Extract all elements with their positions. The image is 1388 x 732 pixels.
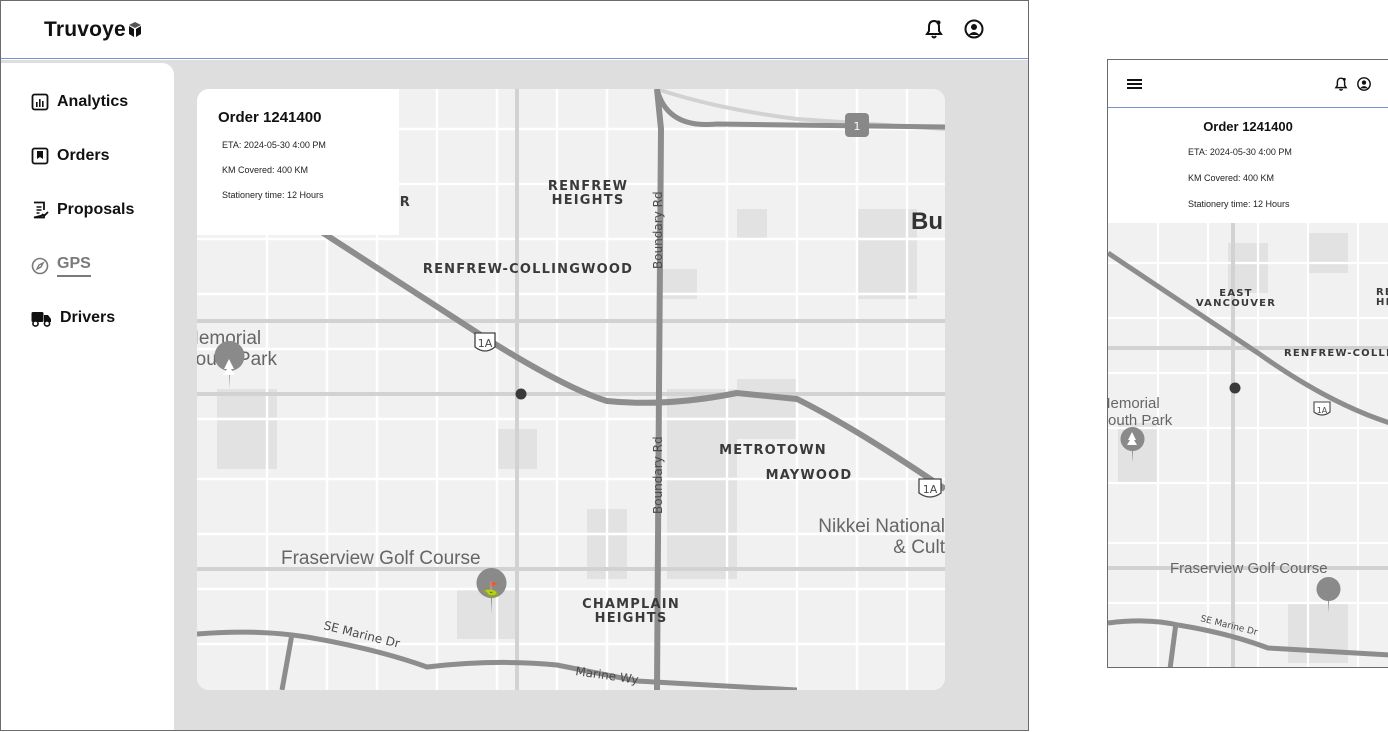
bell-icon[interactable] xyxy=(923,18,945,40)
map-label: MAYWOOD xyxy=(766,468,853,483)
top-header: Truvoye xyxy=(1,1,1028,59)
sidebar-item-label: Analytics xyxy=(57,93,129,110)
map-label: Memorial xyxy=(1108,395,1160,412)
map-label: HEIGHTS xyxy=(552,193,625,208)
map-label: RENFREW-COLLIN xyxy=(1284,348,1388,359)
highway-shield-1: 1 xyxy=(845,113,869,137)
order-eta: ETA: 2024-05-30 4:00 PM xyxy=(222,140,326,150)
app-logo[interactable]: Truvoye xyxy=(44,18,141,42)
sidebar-item-label: Orders xyxy=(57,147,110,164)
compass-icon xyxy=(31,257,49,275)
order-stationery-time: Stationery time: 12 Hours xyxy=(1188,199,1290,209)
map-label: RENFREW-COLLINGWOOD xyxy=(423,262,633,277)
map-label: Fraserview Golf Course xyxy=(281,548,481,569)
desktop-frame: Truvoye Analytics Orders Proposals GPS D… xyxy=(0,0,1029,731)
vehicle-location-dot[interactable] xyxy=(515,388,527,400)
shield-label: 1A xyxy=(923,483,938,496)
user-circle-icon[interactable] xyxy=(1356,76,1372,92)
logo-text: Truvoye xyxy=(44,18,126,41)
bookmark-box-icon xyxy=(31,147,49,165)
order-title: Order 1241400 xyxy=(218,109,322,126)
mobile-map-canvas[interactable]: EAST VANCOUVER RE HE RENFREW-COLLIN Memo… xyxy=(1108,223,1388,668)
sidebar-item-label: Proposals xyxy=(57,201,135,218)
mobile-order-card: Order 1241400 ETA: 2024-05-30 4:00 PM KM… xyxy=(1108,108,1388,223)
sidebar-item-analytics[interactable]: Analytics xyxy=(31,93,128,111)
mobile-header xyxy=(1108,60,1388,108)
map-label: Nikkei National xyxy=(818,516,945,537)
map-label: RENFREW xyxy=(548,179,628,194)
sidebar: Analytics Orders Proposals GPS Drivers xyxy=(1,63,174,730)
map-label: Fraserview Golf Course xyxy=(1170,560,1328,577)
map-label: HE xyxy=(1376,297,1388,308)
vehicle-location-dot[interactable] xyxy=(1229,382,1241,394)
order-km-covered: KM Covered: 400 KM xyxy=(1188,173,1275,183)
map-label: HEIGHTS xyxy=(595,611,668,626)
map-label: & Cult xyxy=(893,537,945,558)
order-km-covered: KM Covered: 400 KM xyxy=(222,165,309,175)
sidebar-item-label: GPS xyxy=(57,255,91,277)
shield-label: 1 xyxy=(854,120,861,133)
bar-chart-icon xyxy=(31,93,49,111)
road-label: Boundary Rd xyxy=(651,436,665,514)
logo-box-icon xyxy=(128,21,141,37)
document-check-icon xyxy=(33,201,49,219)
highway-shield-1a: 1A xyxy=(474,332,496,352)
bell-icon[interactable] xyxy=(1333,76,1349,92)
map-label: VANCOUVER xyxy=(1196,298,1276,309)
truck-icon xyxy=(31,312,51,327)
sidebar-item-proposals[interactable]: Proposals xyxy=(31,201,134,219)
shield-label: 1A xyxy=(1317,406,1328,415)
road-label: Boundary Rd xyxy=(651,191,665,269)
highway-shield-1a: 1A xyxy=(1313,401,1331,416)
hamburger-menu-icon[interactable] xyxy=(1127,77,1142,91)
sidebar-item-drivers[interactable]: Drivers xyxy=(31,309,115,327)
order-info-card: Order 1241400 ETA: 2024-05-30 4:00 PM KM… xyxy=(197,89,399,235)
svg-text:⛳: ⛳ xyxy=(482,581,499,598)
map-label: CHAMPLAIN xyxy=(582,597,680,612)
shield-label: 1A xyxy=(478,337,493,350)
map-label: METROTOWN xyxy=(719,443,827,458)
mobile-frame: Order 1241400 ETA: 2024-05-30 4:00 PM KM… xyxy=(1107,59,1388,668)
map-label: Bu xyxy=(911,208,943,235)
sidebar-item-orders[interactable]: Orders xyxy=(31,147,109,165)
order-title: Order 1241400 xyxy=(1203,119,1293,134)
mobile-gps-map[interactable]: EAST VANCOUVER RE HE RENFREW-COLLIN Memo… xyxy=(1108,223,1388,668)
order-eta: ETA: 2024-05-30 4:00 PM xyxy=(1188,147,1292,157)
user-circle-icon[interactable] xyxy=(963,18,985,40)
sidebar-item-label: Drivers xyxy=(60,309,116,326)
highway-shield-1a: 1A xyxy=(918,478,942,498)
order-stationery-time: Stationery time: 12 Hours xyxy=(222,190,324,200)
map-label: South Park xyxy=(1108,412,1173,429)
sidebar-item-gps[interactable]: GPS xyxy=(31,255,91,277)
